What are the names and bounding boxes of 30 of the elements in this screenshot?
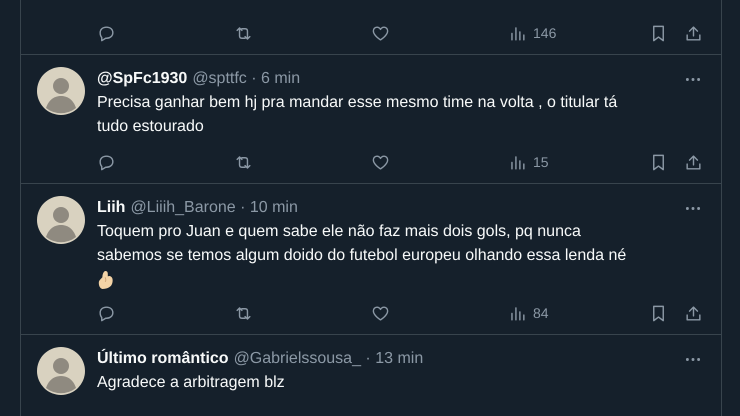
display-name[interactable]: Liih: [97, 199, 126, 217]
pinched-hand-icon: [97, 270, 115, 290]
tweet-text-line: Precisa ganhar bem hj pra mandar esse mesmo time na volta , o titular tá: [97, 93, 618, 113]
more-icon[interactable]: [685, 356, 701, 362]
tweet-text-line: Toquem pro Juan e quem sabe ele não faz mais dois gols, pq nunca: [97, 222, 582, 242]
avatar[interactable]: [37, 196, 85, 244]
view-count: 146: [533, 25, 556, 41]
like-icon[interactable]: [371, 152, 390, 172]
share-icon[interactable]: [684, 152, 703, 172]
like-icon[interactable]: [371, 304, 390, 322]
handle-and-time: @Liiih_Barone · 10 min: [130, 199, 298, 217]
avatar[interactable]: [37, 347, 85, 395]
reply-icon[interactable]: [97, 304, 116, 322]
reply-icon[interactable]: [97, 152, 116, 172]
share-icon[interactable]: [684, 24, 703, 42]
share-icon[interactable]: [684, 304, 703, 322]
display-name[interactable]: @SpFc1930: [97, 70, 188, 88]
tweet-text-line: sabemos se temos algum doido do futebol europeu olhando essa lenda né: [97, 246, 628, 266]
handle-and-time: @Gabrielssousa_ · 13 min: [234, 350, 424, 368]
display-name[interactable]: Último romântico: [97, 350, 229, 368]
tweet-text-line: Agradece a arbitragem blz: [97, 373, 286, 393]
avatar[interactable]: [37, 67, 85, 115]
view-count: 15: [533, 154, 549, 170]
reply-icon[interactable]: [97, 24, 116, 42]
handle-and-time: @spttfc · 6 min: [192, 70, 300, 88]
like-icon[interactable]: [371, 24, 390, 42]
tweet-text-line: tudo estourado: [97, 117, 205, 137]
view-count: 84: [533, 305, 549, 321]
more-icon[interactable]: [685, 76, 701, 82]
more-icon[interactable]: [685, 206, 701, 210]
